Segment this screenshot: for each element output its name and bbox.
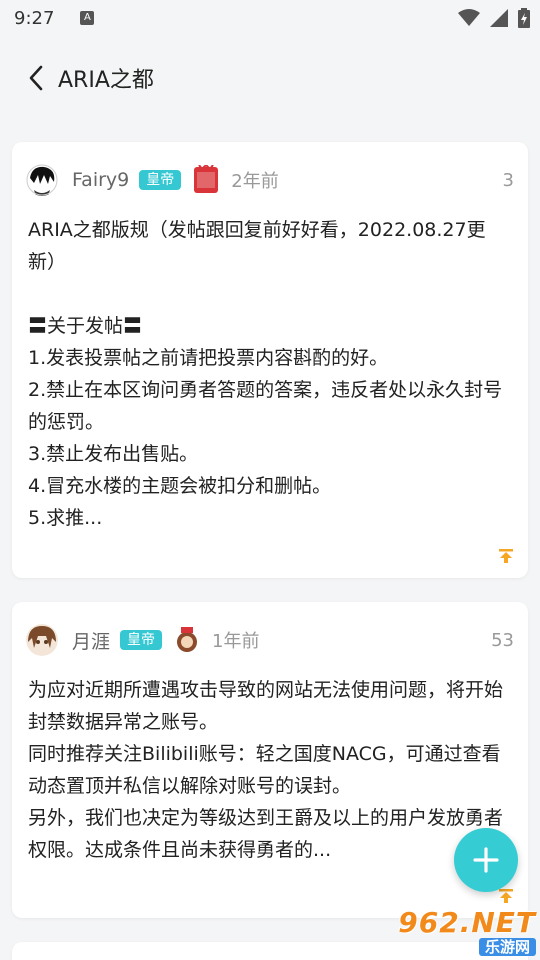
pin-icon [499, 889, 513, 903]
reply-count: 3 [502, 169, 514, 191]
post-content: ARIA之都版规（发帖跟回复前好好看，2022.08.27更新） 〓关于发帖〓 … [28, 219, 503, 529]
rank-badge: 皇帝 [139, 170, 182, 190]
battery-icon [518, 8, 530, 28]
avatar[interactable] [26, 164, 58, 196]
watermark-bottom: 乐游网 [478, 938, 536, 956]
reply-count: 53 [491, 629, 514, 651]
post-card[interactable]: 月涯 皇帝 1年前 53 为应对近期所遭遇攻击导致的网站无法使用问题，将开始封禁… [12, 602, 528, 918]
pin-icon [499, 549, 513, 563]
notification-icon: A [80, 11, 95, 25]
medal-icon [194, 165, 219, 193]
post-card[interactable]: Fairy9 皇帝 2年前 3 ARIA之都版规（发帖跟回复前好好看，2022.… [12, 142, 528, 578]
wifi-icon [458, 9, 480, 26]
avatar[interactable] [26, 624, 58, 656]
watermark-top: 962.NET [398, 906, 536, 939]
plus-icon [473, 847, 499, 873]
author-name[interactable]: 月涯 [72, 627, 110, 654]
post-time: 2年前 [231, 171, 279, 192]
post-header: Fairy9 皇帝 2年前 3 [26, 162, 514, 198]
app-bar: ARIA之都 [0, 44, 540, 112]
page-title: ARIA之都 [58, 68, 154, 93]
post-time: 1年前 [212, 631, 260, 652]
status-time: 9:27 [14, 7, 55, 29]
rank-badge: 皇帝 [120, 630, 163, 650]
new-post-button[interactable] [454, 828, 518, 892]
back-arrow-icon [29, 65, 43, 91]
post-content: 为应对近期所遭遇攻击导致的网站无法使用问题，将开始封禁数据异常之账号。 同时推荐… [28, 679, 504, 861]
status-bar: 9:27 A [0, 0, 540, 36]
author-name[interactable]: Fairy9 [72, 169, 129, 191]
back-button[interactable] [8, 50, 64, 106]
medal-icon [177, 627, 198, 652]
status-icons [458, 8, 530, 28]
signal-icon [490, 9, 508, 27]
watermark-logo: 962.NET 乐游网 [398, 906, 536, 958]
post-header: 月涯 皇帝 1年前 53 [26, 622, 514, 658]
